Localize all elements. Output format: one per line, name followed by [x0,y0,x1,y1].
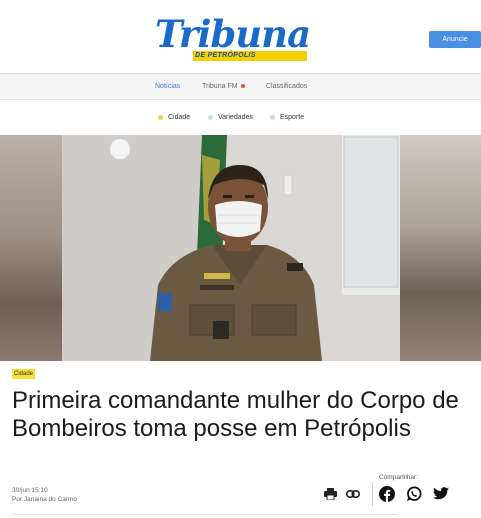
share-divider [372,482,373,506]
share-label: Compartilhar: [379,474,419,481]
print-icon[interactable] [322,486,338,502]
logo-wordmark: Tribuna [155,12,311,56]
category-dot-icon [208,114,213,120]
category-label: Variedades [218,114,253,121]
article-category-tag[interactable]: Cidade [12,369,36,379]
twitter-icon[interactable] [433,486,449,502]
nav-item-tribuna-fm[interactable]: Tribuna FM [202,74,245,100]
hero-image[interactable] [0,135,481,361]
live-indicator-icon [240,84,245,89]
article-meta: 30/jun 15:10 Por Janaina do Carmo [12,486,77,504]
logo-subtitle: DE PETRÓPOLIS [195,52,256,59]
category-bar: Cidade Variedades Esporte [0,101,481,134]
category-cidade[interactable]: Cidade [158,101,190,134]
hero-blur-right [400,135,481,361]
nav-item-label: Classificados [266,83,308,90]
category-label: Esporte [280,114,305,121]
category-esporte[interactable]: Esporte [270,101,304,134]
site-logo[interactable]: Tribuna DE PETRÓPOLIS [155,12,311,62]
link-icon[interactable] [345,486,361,502]
category-dot-icon [158,114,163,120]
nav-item-classificados[interactable]: Classificados [266,74,307,100]
category-label: Cidade [168,114,191,121]
category-variedades[interactable]: Variedades [208,101,253,134]
article-divider [12,514,398,515]
site-header: Tribuna DE PETRÓPOLIS Anuncie [0,0,481,74]
facebook-icon[interactable] [379,486,395,502]
nav-item-label: Tribuna FM [202,83,238,90]
hero-blur-left [0,135,62,361]
category-dot-icon [270,114,275,120]
article-date: 30/jun 15:10 [12,487,48,494]
nav-item-label: Notícias [155,83,181,90]
anuncie-button[interactable]: Anuncie [429,31,481,48]
whatsapp-icon[interactable] [406,486,422,502]
nav-item-noticias[interactable]: Notícias [155,74,180,100]
article-headline: Primeira comandante mulher do Corpo de B… [12,387,459,442]
article-author: Por Janaina do Carmo [12,496,78,503]
main-nav: Notícias Tribuna FM Classificados [0,74,481,100]
hero-photo-officer [62,135,400,361]
